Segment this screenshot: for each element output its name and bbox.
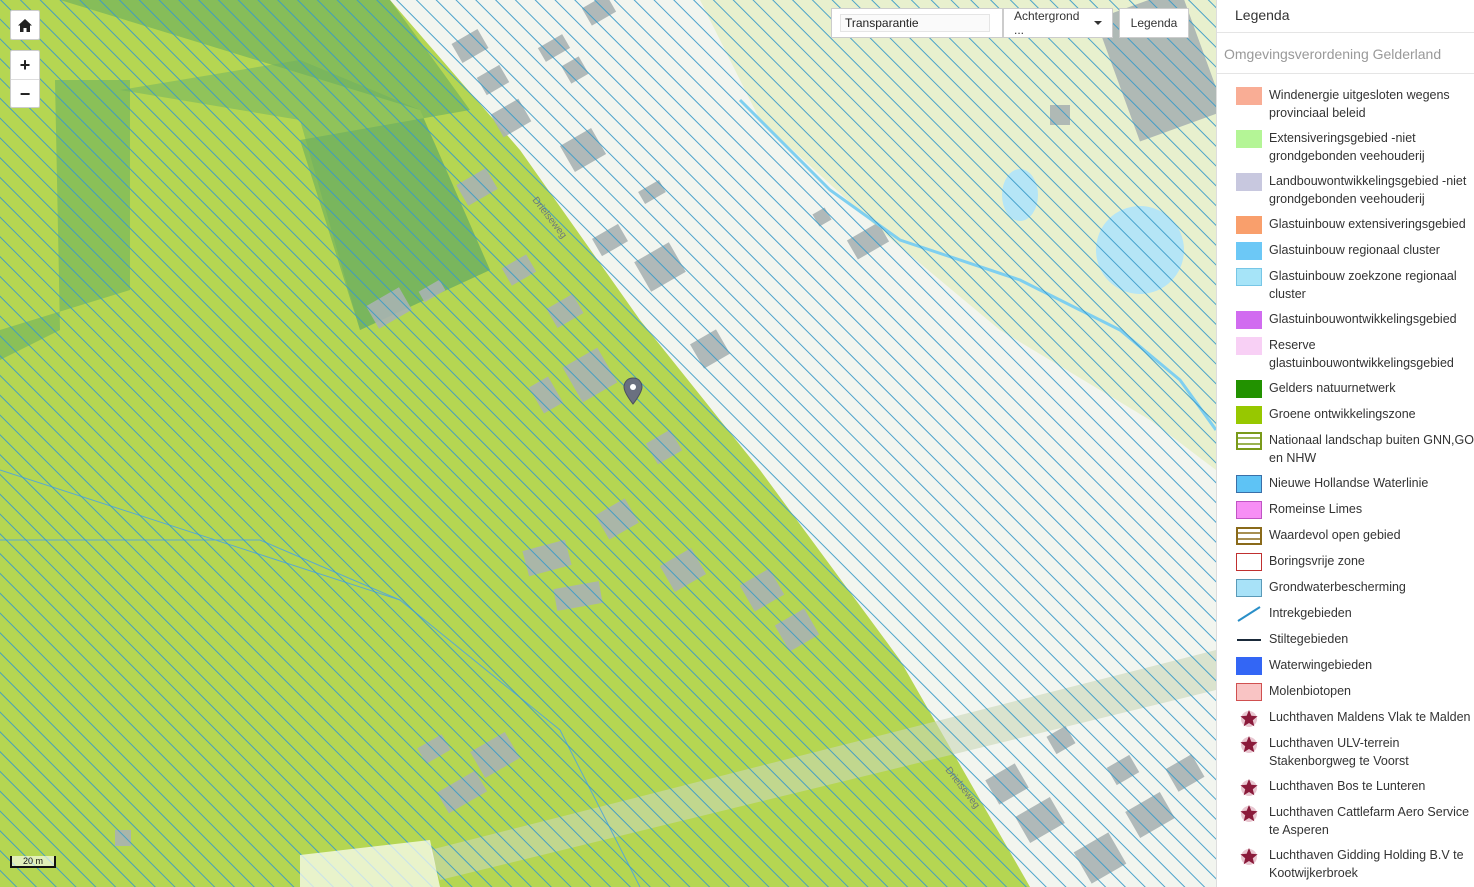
- legend-swatch: [1236, 242, 1262, 260]
- legend-item-label: Groene ontwikkelingszone: [1269, 407, 1416, 421]
- legend-item-label: Glastuinbouw extensiveringsgebied: [1269, 217, 1466, 231]
- legend-item-label: Nieuwe Hollandse Waterlinie: [1269, 476, 1429, 490]
- legend-swatch: [1236, 337, 1262, 355]
- legend-item-label: Extensiveringsgebied -niet grondgebonden…: [1269, 131, 1425, 163]
- legend-item: Gelders natuurnetwerk: [1217, 379, 1474, 398]
- legend-swatch: [1236, 87, 1262, 105]
- transparency-control: [831, 8, 1003, 38]
- caret-down-icon: [1094, 21, 1102, 25]
- legend-swatch: [1236, 605, 1262, 623]
- map-view[interactable]: Drielseweg Drielseweg + − Achtergrond ..…: [0, 0, 1216, 887]
- legend-item: Extensiveringsgebied -niet grondgebonden…: [1217, 129, 1474, 165]
- legend-item-label: Luchthaven Cattlefarm Aero Service te As…: [1269, 805, 1470, 837]
- legend-item-label: Landbouwontwikkelingsgebied -niet grondg…: [1269, 174, 1467, 206]
- legend-swatch: [1236, 380, 1262, 398]
- legend-swatch: [1236, 268, 1262, 286]
- home-icon: [18, 18, 32, 32]
- legend-item-label: Luchthaven Bos te Lunteren: [1269, 779, 1426, 793]
- legend-swatch: [1236, 311, 1262, 329]
- zoom-control: + −: [10, 50, 40, 108]
- legend-item-label: Reserve glastuinbouwontwikkelingsgebied: [1269, 338, 1454, 370]
- legend-item-label: Luchthaven Maldens Vlak te Malden: [1269, 710, 1471, 724]
- legend-item-label: Molenbiotopen: [1269, 684, 1352, 698]
- legend-item: Windenergie uitgesloten wegens provincia…: [1217, 86, 1474, 122]
- legend-item: Groene ontwikkelingszone: [1217, 405, 1474, 424]
- legend-item: Glastuinbouw extensiveringsgebied: [1217, 215, 1474, 234]
- zoom-in-button[interactable]: +: [11, 51, 39, 79]
- legend-swatch: [1236, 130, 1262, 148]
- legend-swatch: [1236, 527, 1262, 545]
- legend-item-label: Glastuinbouw regionaal cluster: [1269, 243, 1440, 257]
- map-canvas[interactable]: Drielseweg Drielseweg: [0, 0, 1216, 887]
- legend-item: Reserve glastuinbouwontwikkelingsgebied: [1217, 336, 1474, 372]
- legend-item-label: Romeinse Limes: [1269, 502, 1363, 516]
- legend-swatch: [1236, 579, 1262, 597]
- legend-item: Intrekgebieden: [1217, 604, 1474, 623]
- legend-item-label: Stiltegebieden: [1269, 632, 1349, 646]
- legend-item: Nationaal landschap buiten GNN,GO en NHW: [1217, 431, 1474, 467]
- intrekgebieden-hatch: [0, 0, 1216, 887]
- legend-panel: Legenda Omgevingsverordening Gelderland …: [1216, 0, 1474, 887]
- legend-item-label: Waterwingebieden: [1269, 658, 1373, 672]
- legend-item: Landbouwontwikkelingsgebied -niet grondg…: [1217, 172, 1474, 208]
- airport-star-icon: [1236, 847, 1262, 865]
- legend-item: Stiltegebieden: [1217, 630, 1474, 649]
- legend-item: Luchthaven ULV-terrein Stakenborgweg te …: [1217, 734, 1474, 770]
- legend-item-label: Luchthaven Gidding Holding B.V te Kootwi…: [1269, 848, 1464, 880]
- legend-item: Nieuwe Hollandse Waterlinie: [1217, 474, 1474, 493]
- legend-item: Romeinse Limes: [1217, 500, 1474, 519]
- airport-star-icon: [1236, 735, 1262, 753]
- legend-layer-title[interactable]: Omgevingsverordening Gelderland: [1217, 33, 1474, 74]
- home-button[interactable]: [10, 10, 40, 40]
- legend-item: Glastuinbouw regionaal cluster: [1217, 241, 1474, 260]
- legend-item-label: Windenergie uitgesloten wegens provincia…: [1269, 88, 1450, 120]
- legend-item: Glastuinbouwontwikkelingsgebied: [1217, 310, 1474, 329]
- legend-item: Luchthaven Gidding Holding B.V te Kootwi…: [1217, 846, 1474, 882]
- legend-swatch: [1236, 683, 1262, 701]
- legend-item-label: Intrekgebieden: [1269, 606, 1352, 620]
- legend-item-label: Waardevol open gebied: [1269, 528, 1401, 542]
- airport-star-icon: [1236, 709, 1262, 727]
- scale-bar: 20 m: [10, 856, 56, 868]
- legend-swatch: [1236, 406, 1262, 424]
- legend-item: Molenbiotopen: [1217, 682, 1474, 701]
- legend-swatch: [1236, 173, 1262, 191]
- airport-star-icon: [1236, 804, 1262, 822]
- transparency-slider[interactable]: [840, 14, 990, 32]
- legend-item-label: Boringsvrije zone: [1269, 554, 1365, 568]
- map-toolbar: Achtergrond ... Legenda: [831, 8, 1189, 38]
- legend-item: Luchthaven Maldens Vlak te Malden: [1217, 708, 1474, 727]
- legend-swatch: [1236, 501, 1262, 519]
- legend-swatch: [1236, 432, 1262, 450]
- legend-item: Waterwingebieden: [1217, 656, 1474, 675]
- legend-item-label: Gelders natuurnetwerk: [1269, 381, 1396, 395]
- legend-item: Luchthaven Cattlefarm Aero Service te As…: [1217, 803, 1474, 839]
- legend-swatch: [1236, 216, 1262, 234]
- legend-swatch: [1236, 475, 1262, 493]
- legend-item: Glastuinbouw zoekzone regionaal cluster: [1217, 267, 1474, 303]
- legend-item: Luchthaven Bos te Lunteren: [1217, 777, 1474, 796]
- legend-swatch: [1236, 631, 1262, 649]
- legend-swatch: [1236, 657, 1262, 675]
- legend-list: Windenergie uitgesloten wegens provincia…: [1217, 74, 1474, 882]
- legend-swatch: [1236, 553, 1262, 571]
- legend-item: Waardevol open gebied: [1217, 526, 1474, 545]
- legend-item-label: Glastuinbouwontwikkelingsgebied: [1269, 312, 1457, 326]
- background-dropdown-label: Achtergrond ...: [1014, 9, 1080, 37]
- legend-item-label: Grondwaterbescherming: [1269, 580, 1406, 594]
- legend-item-label: Nationaal landschap buiten GNN,GO en NHW: [1269, 433, 1474, 465]
- airport-star-icon: [1236, 778, 1262, 796]
- zoom-out-button[interactable]: −: [11, 79, 39, 108]
- legend-item: Boringsvrije zone: [1217, 552, 1474, 571]
- legend-item-label: Luchthaven ULV-terrein Stakenborgweg te …: [1269, 736, 1409, 768]
- background-dropdown[interactable]: Achtergrond ...: [1003, 8, 1113, 38]
- legend-item: Grondwaterbescherming: [1217, 578, 1474, 597]
- legend-item-label: Glastuinbouw zoekzone regionaal cluster: [1269, 269, 1457, 301]
- legend-button[interactable]: Legenda: [1119, 8, 1189, 38]
- legend-panel-title: Legenda: [1217, 0, 1474, 33]
